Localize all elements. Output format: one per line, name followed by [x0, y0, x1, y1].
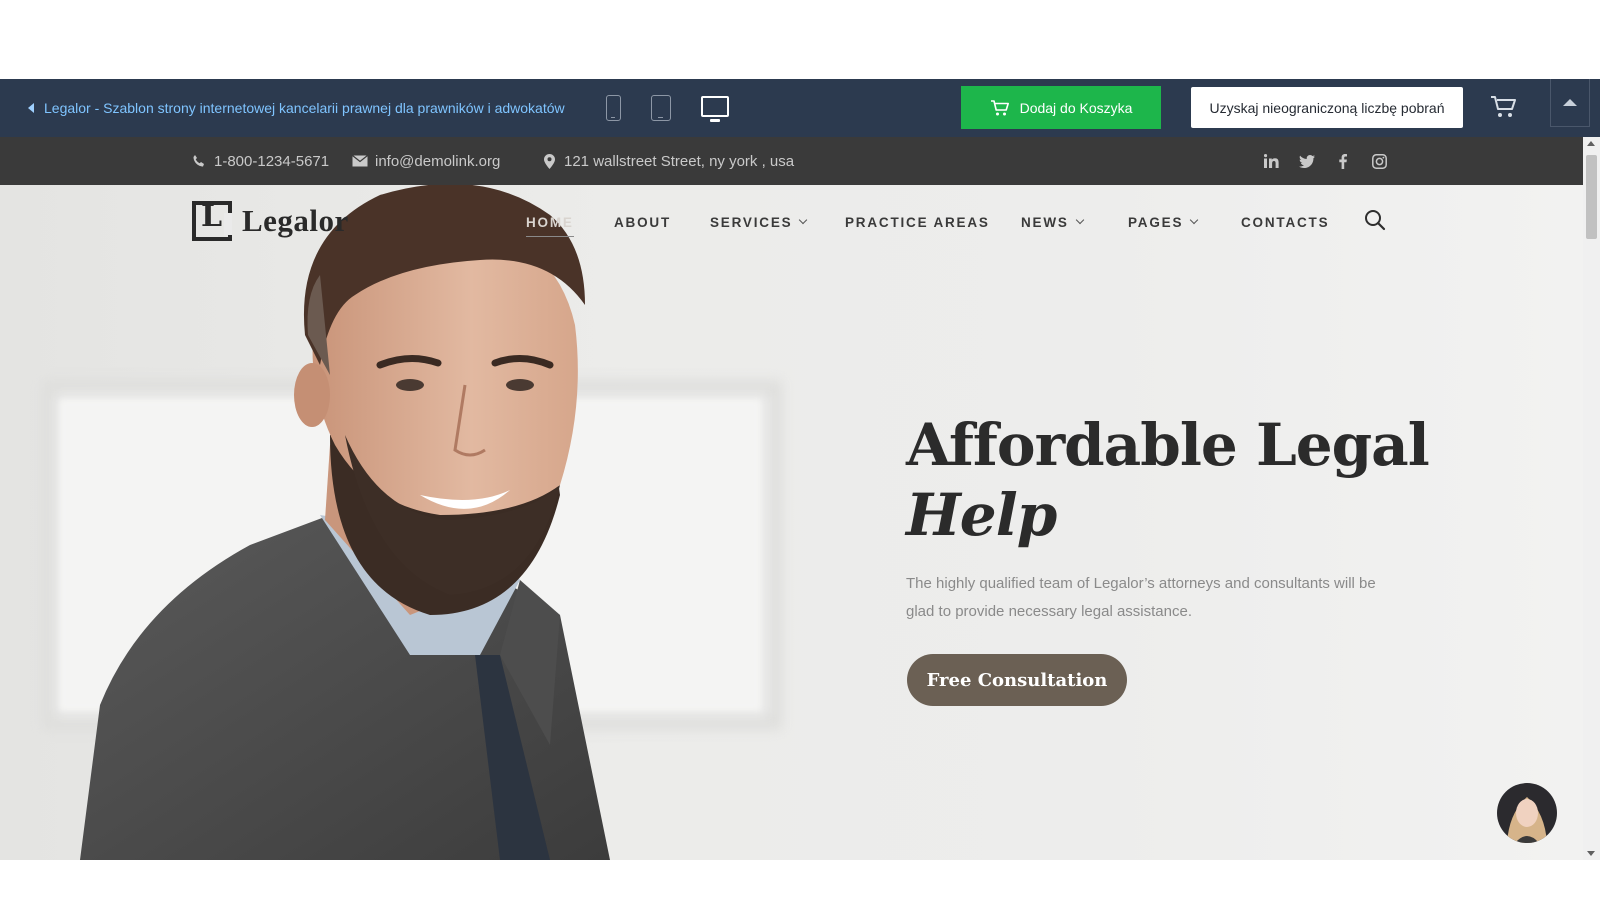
address-info: 121 wallstreet Street, ny york , usa [541, 137, 794, 185]
address-text: 121 wallstreet Street, ny york , usa [564, 152, 795, 170]
scroll-down-arrow-icon[interactable] [1587, 851, 1595, 856]
page-scrollbar[interactable] [1583, 137, 1600, 860]
caret-left-icon [28, 103, 34, 113]
caret-up-icon [1563, 99, 1577, 106]
chevron-down-icon [1075, 215, 1084, 225]
phone-icon [191, 153, 207, 169]
main-navigation: HOME ABOUT SERVICES PRACTICE AREAS NEWS … [0, 207, 1583, 237]
hero-title-line2: Help [906, 481, 1057, 549]
desktop-icon [701, 95, 729, 122]
device-switcher [600, 88, 735, 128]
phone-info[interactable]: 1-800-1234-5671 [191, 137, 329, 185]
email-info[interactable]: info@demolink.org [352, 137, 500, 185]
site-preview: 1-800-1234-5671 info@demolink.org 121 wa… [0, 137, 1583, 860]
add-to-cart-button[interactable]: Dodaj do Koszyka [961, 86, 1161, 129]
back-link-label: Legalor - Szablon strony internetowej ka… [44, 100, 565, 116]
tablet-view-button[interactable] [645, 95, 677, 121]
nav-item-services[interactable]: SERVICES [710, 207, 808, 237]
search-icon [1365, 210, 1386, 231]
hero-subtitle: The highly qualified team of Legalor’s a… [906, 575, 1376, 620]
header-cart-button[interactable] [1490, 95, 1520, 121]
nav-item-home[interactable]: HOME [526, 207, 574, 237]
search-button[interactable] [1364, 209, 1386, 231]
desktop-view-button[interactable] [695, 95, 735, 122]
scroll-up-arrow-icon[interactable] [1587, 141, 1595, 146]
nav-item-pages[interactable]: PAGES [1128, 207, 1199, 237]
back-to-product-link[interactable]: Legalor - Szablon strony internetowej ka… [28, 79, 565, 137]
add-to-cart-label: Dodaj do Koszyka [1019, 99, 1133, 116]
free-consultation-button[interactable]: Free Consultation [907, 654, 1127, 706]
unlimited-downloads-label: Uzyskaj nieograniczoną liczbę pobrań [1209, 99, 1445, 116]
linkedin-icon[interactable] [1263, 153, 1279, 169]
preview-bar: Legalor - Szablon strony internetowej ka… [0, 79, 1600, 137]
nav-label: ABOUT [614, 214, 671, 230]
hero-title: Affordable Legal Help [906, 410, 1466, 550]
tablet-icon [651, 95, 671, 121]
nav-item-practice-areas[interactable]: PRACTICE AREAS [845, 207, 990, 237]
nav-label: CONTACTS [1241, 214, 1330, 230]
map-pin-icon [541, 153, 557, 169]
nav-label: NEWS [1021, 214, 1069, 230]
phone-view-button[interactable] [600, 95, 627, 121]
social-links [1263, 137, 1387, 185]
facebook-icon[interactable] [1335, 153, 1351, 169]
chevron-down-icon [1190, 215, 1199, 225]
lawyer-portrait-image [80, 185, 610, 860]
nav-label: SERVICES [710, 214, 793, 230]
nav-label: HOME [526, 214, 574, 230]
nav-label: PRACTICE AREAS [845, 214, 990, 230]
nav-label: PAGES [1128, 214, 1184, 230]
cart-icon [1491, 96, 1516, 117]
phone-text: 1-800-1234-5671 [214, 152, 330, 170]
email-text: info@demolink.org [375, 152, 501, 170]
unlimited-downloads-button[interactable]: Uzyskaj nieograniczoną liczbę pobrań [1191, 87, 1463, 128]
envelope-icon [352, 153, 368, 169]
chevron-down-icon [799, 215, 808, 225]
scrollbar-thumb[interactable] [1586, 155, 1597, 239]
instagram-icon[interactable] [1371, 153, 1387, 169]
nav-item-about[interactable]: ABOUT [614, 207, 671, 237]
support-agent-avatar-icon [1497, 783, 1557, 843]
nav-item-contacts[interactable]: CONTACTS [1241, 207, 1329, 237]
nav-item-news[interactable]: NEWS [1021, 207, 1084, 237]
contact-info-bar: 1-800-1234-5671 info@demolink.org 121 wa… [0, 137, 1583, 185]
twitter-icon[interactable] [1299, 153, 1315, 169]
phone-icon [606, 95, 621, 121]
hero-title-line1: Affordable Legal [906, 411, 1430, 479]
cart-icon [990, 99, 1009, 115]
chat-widget-avatar[interactable] [1497, 783, 1557, 843]
collapse-bar-button[interactable] [1550, 79, 1590, 127]
